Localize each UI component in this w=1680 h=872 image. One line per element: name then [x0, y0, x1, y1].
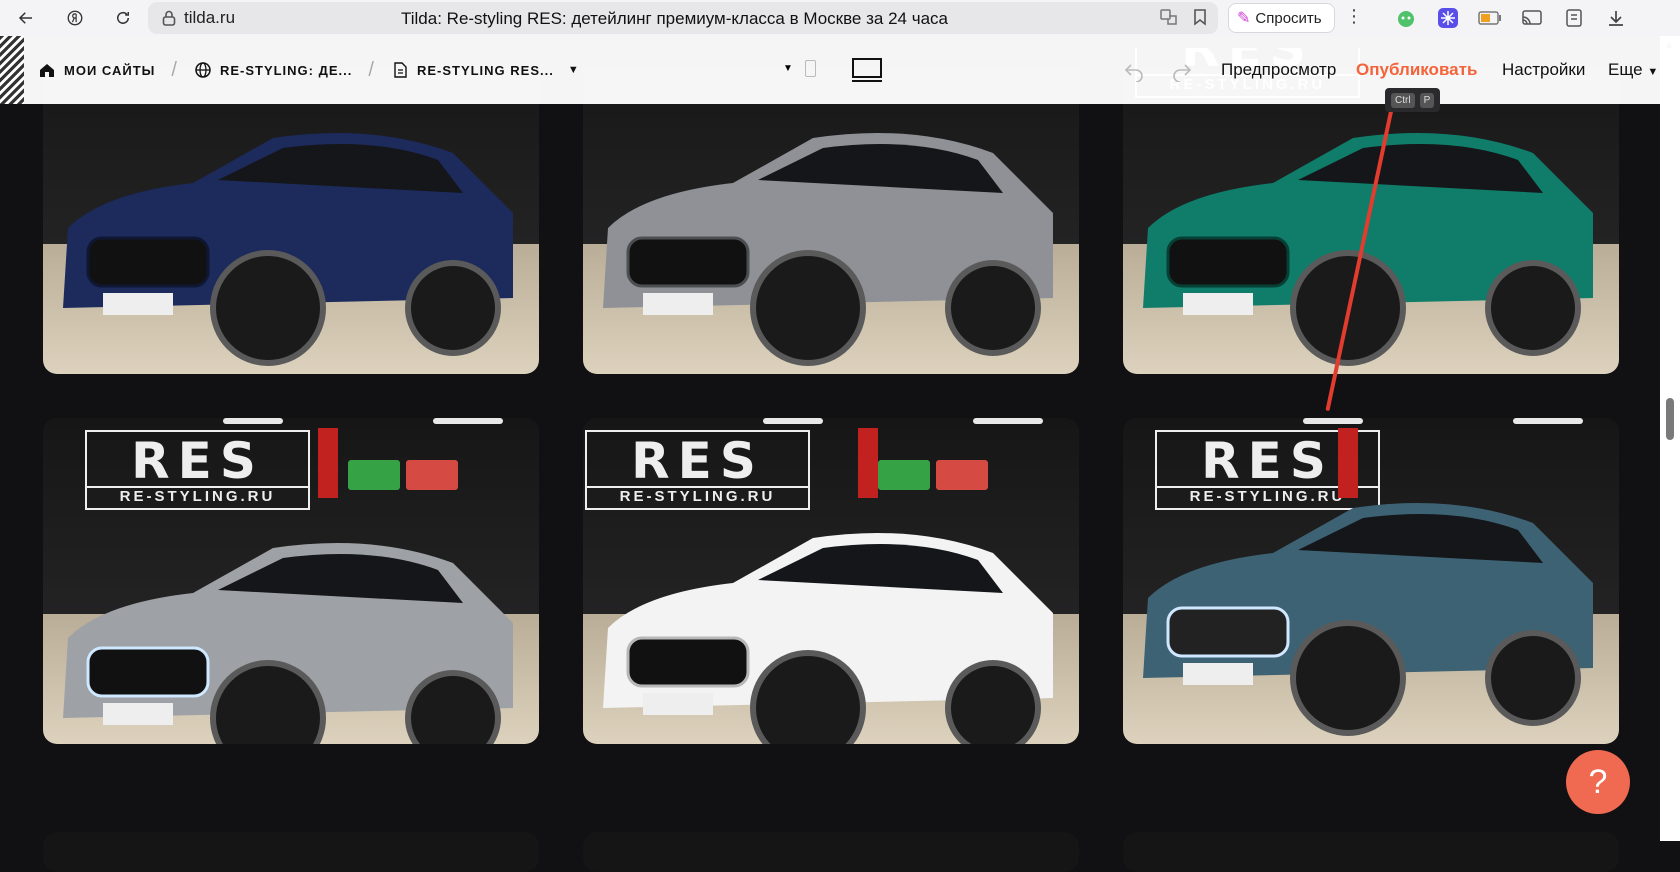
gallery-card-8[interactable] — [583, 832, 1079, 872]
yandex-button[interactable] — [57, 0, 93, 36]
car-photo — [63, 543, 513, 744]
page-icon — [394, 62, 407, 78]
download-icon[interactable] — [1602, 4, 1630, 32]
license-plate — [643, 693, 713, 715]
publish-shortcut-tooltip: Ctrl P — [1385, 88, 1441, 112]
device-dropdown-icon[interactable]: ▼ — [783, 63, 793, 74]
car-wheel — [750, 650, 866, 744]
breadcrumb: МОИ САЙТЫ / RE-STYLING: ДЕ... / RE-STYLI… — [38, 36, 580, 104]
gallery-card-4[interactable]: RES RE-STYLING.RU — [43, 418, 539, 744]
cast-icon[interactable] — [1518, 4, 1546, 32]
crumb-site-label: RE-STYLING: ДЕ... — [219, 62, 353, 78]
license-plate — [103, 703, 173, 725]
kebab-menu-icon[interactable]: ⋮ — [1345, 6, 1363, 27]
gallery-card-9[interactable] — [1123, 832, 1619, 872]
license-plate — [1183, 663, 1253, 685]
mobile-view-icon[interactable] — [804, 59, 816, 77]
ask-ai-button[interactable]: ✎ Спросить — [1228, 3, 1335, 33]
car-wheel — [1290, 620, 1406, 736]
crumb-my-sites[interactable]: МОИ САЙТЫ — [38, 61, 155, 79]
shortcut-key: Ctrl — [1391, 92, 1415, 108]
page-title: Tilda: Re-styling RES: детейлинг премиум… — [401, 9, 948, 28]
device-switcher: ▼ — [783, 58, 882, 82]
gallery-card-6[interactable]: RES RE-STYLING.RU — [1123, 418, 1619, 744]
crumb-separator: / — [368, 58, 375, 81]
car-photo — [603, 533, 1053, 744]
car-gallery: RES RE-STYLING.RU RES RE-STYLING.RU RES RE-… — [0, 0, 1660, 872]
translate-icon[interactable] — [1160, 8, 1178, 31]
car-wheel — [405, 260, 501, 356]
ask-ai-label: Спросить — [1255, 9, 1322, 27]
crumb-separator: / — [171, 58, 178, 81]
gallery-card-7[interactable] — [43, 832, 539, 872]
more-label: Еще — [1608, 60, 1643, 79]
extension-snowflake-icon[interactable] — [1434, 4, 1462, 32]
crumb-site[interactable]: RE-STYLING: ДЕ... — [194, 61, 352, 79]
extensions-area — [1392, 4, 1630, 32]
more-button[interactable]: Еще ▼ — [1608, 60, 1658, 80]
car-wheel — [210, 250, 326, 366]
car-grille — [86, 646, 210, 698]
shortcut-key: P — [1419, 92, 1435, 108]
collections-icon[interactable] — [1560, 4, 1588, 32]
car-grille — [626, 236, 750, 288]
crumb-page[interactable]: RE-STYLING RES... ▼ — [391, 61, 580, 79]
settings-button[interactable]: Настройки — [1502, 60, 1585, 80]
crumb-page-label: RE-STYLING RES... — [416, 62, 554, 78]
tilda-logo-pattern — [0, 36, 24, 104]
battery-icon[interactable] — [1476, 4, 1504, 32]
preview-button[interactable]: Предпросмотр — [1221, 60, 1336, 80]
car-wheel — [1485, 260, 1581, 356]
car-grille — [626, 636, 750, 688]
redo-icon[interactable] — [1171, 60, 1193, 87]
publish-button[interactable]: Опубликовать — [1356, 60, 1477, 80]
license-plate — [643, 293, 713, 315]
home-icon — [40, 64, 54, 77]
car-wheel — [945, 660, 1041, 744]
reload-button[interactable] — [105, 0, 141, 36]
lock-icon — [154, 10, 184, 26]
license-plate — [1183, 293, 1253, 315]
car-wheel — [210, 660, 326, 744]
desktop-view-icon[interactable] — [851, 58, 882, 82]
address-bar[interactable]: tilda.ru Tilda: Re-styling RES: детейлин… — [148, 2, 1218, 34]
car-wheel — [750, 250, 866, 366]
car-wheel — [945, 260, 1041, 356]
chevron-down-icon: ▼ — [1647, 66, 1659, 78]
browser-toolbar: tilda.ru Tilda: Re-styling RES: детейлин… — [0, 0, 1680, 36]
undo-redo-group — [1123, 60, 1193, 87]
arrow-left-icon — [18, 12, 32, 24]
extension-alice-icon[interactable] — [1392, 4, 1420, 32]
back-button[interactable] — [8, 0, 44, 36]
license-plate — [103, 293, 173, 315]
crumb-my-sites-label: МОИ САЙТЫ — [64, 62, 156, 78]
gallery-card-5[interactable]: RES RE-STYLING.RU — [583, 418, 1079, 744]
scrollbar-thumb[interactable] — [1666, 398, 1674, 440]
undo-icon[interactable] — [1123, 60, 1145, 87]
car-wheel — [1485, 630, 1581, 726]
url-domain: tilda.ru — [184, 8, 236, 27]
help-button[interactable]: ? — [1566, 750, 1630, 814]
sparkle-icon: ✎ — [1237, 10, 1251, 27]
chevron-down-icon[interactable]: ▼ — [568, 64, 580, 76]
help-label: ? — [1588, 762, 1608, 801]
globe-icon — [195, 62, 211, 78]
car-grille — [86, 236, 210, 288]
car-grille — [1166, 606, 1290, 658]
car-grille — [1166, 236, 1290, 288]
bookmark-icon[interactable] — [1192, 8, 1208, 31]
car-photo — [1143, 503, 1593, 736]
yandex-icon — [67, 10, 83, 26]
reload-icon — [117, 11, 129, 24]
car-wheel — [405, 670, 501, 744]
